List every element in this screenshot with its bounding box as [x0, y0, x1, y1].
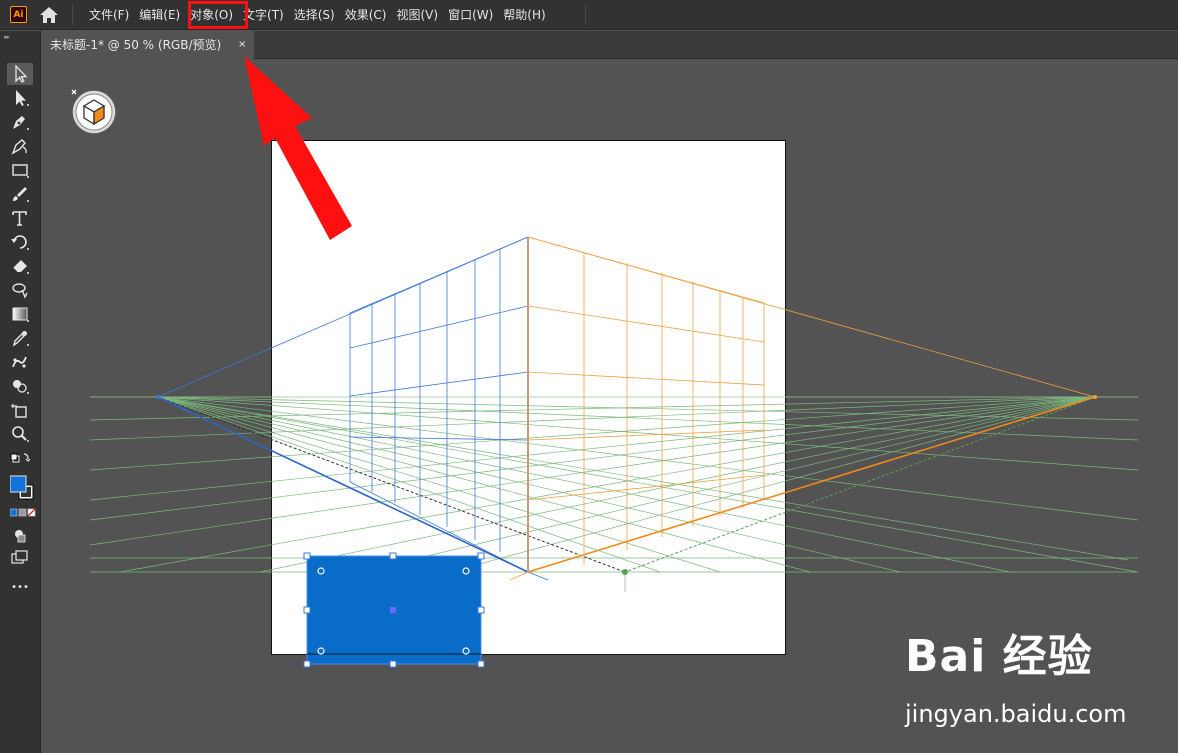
- tools-panel: ▸▸ •••: [0, 31, 41, 753]
- home-icon[interactable]: [38, 6, 60, 24]
- puppet-warp-tool-icon[interactable]: [7, 351, 33, 373]
- pen-tool-icon[interactable]: [7, 111, 33, 133]
- document-tab[interactable]: 未标题-1* @ 50 % (RGB/预览) ×: [42, 31, 254, 59]
- gradient-tool-icon[interactable]: [7, 303, 33, 325]
- perspective-grid-widget[interactable]: [70, 88, 118, 136]
- menu-edit[interactable]: 编辑(E): [134, 0, 185, 30]
- watermark-logo: Bai 经验: [905, 631, 1093, 682]
- menu-effect[interactable]: 效果(C): [340, 0, 392, 30]
- default-colors-icon[interactable]: [7, 449, 33, 471]
- drawing-modes-icon[interactable]: [7, 525, 33, 547]
- direct-selection-tool-icon[interactable]: [7, 87, 33, 109]
- rotate-tool-icon[interactable]: [7, 231, 33, 253]
- selection-tool-icon[interactable]: [7, 63, 33, 85]
- menu-file[interactable]: 文件(F): [84, 0, 134, 30]
- zoom-tool-icon[interactable]: [7, 423, 33, 445]
- main-menu: 文件(F) 编辑(E) 对象(O) 文字(T) 选择(S) 效果(C) 视图(V…: [84, 0, 551, 30]
- menu-view[interactable]: 视图(V): [391, 0, 443, 30]
- tab-close-icon[interactable]: ×: [238, 31, 246, 59]
- more-tools-icon[interactable]: •••: [7, 577, 33, 599]
- type-tool-icon[interactable]: [7, 207, 33, 229]
- artboard-tool-icon[interactable]: [7, 399, 33, 421]
- panel-collapse-icon[interactable]: ▸▸: [4, 33, 10, 41]
- document-tab-label: 未标题-1* @ 50 % (RGB/预览): [50, 38, 222, 52]
- menu-divider: [585, 5, 586, 25]
- menu-help[interactable]: 帮助(H): [498, 0, 550, 30]
- rectangle-tool-icon[interactable]: [7, 159, 33, 181]
- baidu-watermark: Bai 经验 jingyan.baidu.com: [905, 620, 1165, 730]
- curvature-tool-icon[interactable]: [7, 135, 33, 157]
- menu-divider: [72, 5, 73, 25]
- color-mode-icons[interactable]: [7, 505, 36, 519]
- paintbrush-tool-icon[interactable]: [7, 183, 33, 205]
- app-logo: Ai: [10, 6, 27, 23]
- menu-window[interactable]: 窗口(W): [443, 0, 498, 30]
- selected-rectangle[interactable]: [303, 552, 485, 668]
- lasso-tool-icon[interactable]: [7, 279, 33, 301]
- menu-bar: Ai 文件(F) 编辑(E) 对象(O) 文字(T) 选择(S) 效果(C) 视…: [0, 0, 1178, 30]
- watermark-url: jingyan.baidu.com: [905, 700, 1127, 728]
- menu-object[interactable]: 对象(O): [185, 0, 238, 30]
- menu-select[interactable]: 选择(S): [289, 0, 340, 30]
- menu-type[interactable]: 文字(T): [238, 0, 289, 30]
- fill-stroke-swatch[interactable]: [7, 471, 34, 501]
- screen-mode-icon[interactable]: [7, 547, 33, 569]
- document-tab-bar: 未标题-1* @ 50 % (RGB/预览) ×: [42, 31, 1178, 59]
- shape-builder-tool-icon[interactable]: [7, 375, 33, 397]
- eyedropper-tool-icon[interactable]: [7, 327, 33, 349]
- eraser-tool-icon[interactable]: [7, 255, 33, 277]
